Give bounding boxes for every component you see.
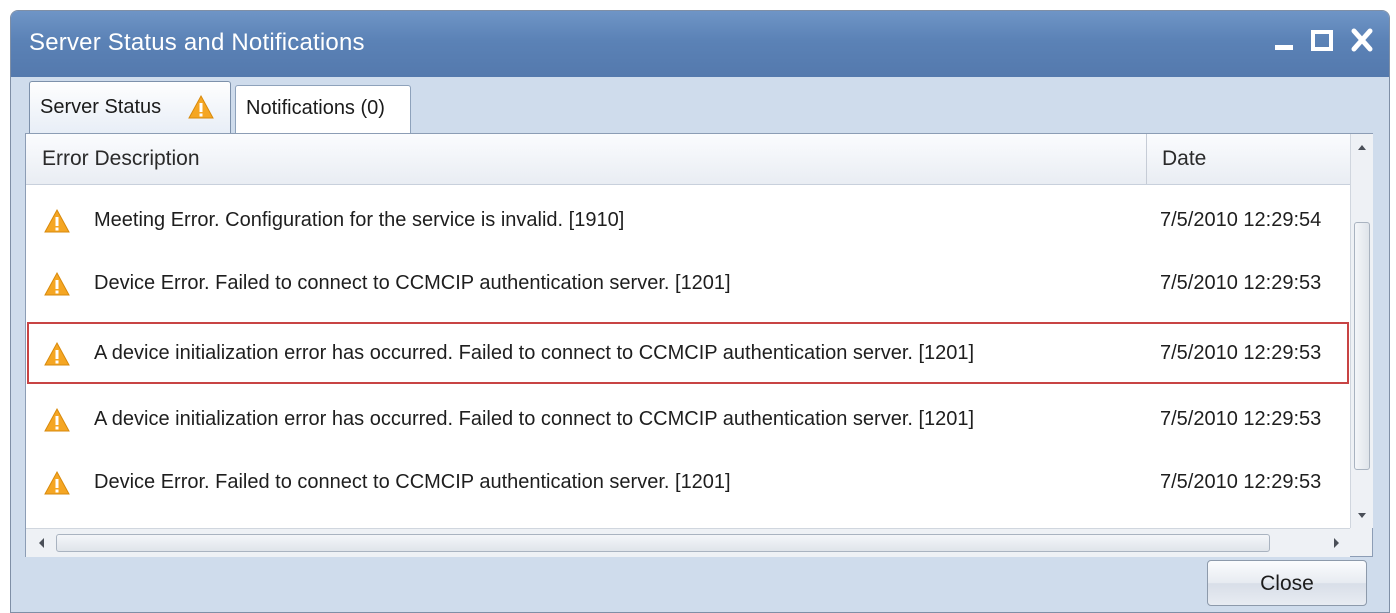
tab-server-status[interactable]: Server Status	[29, 81, 231, 133]
scrollbar-corner	[1350, 528, 1372, 556]
tab-label: Notifications (0)	[246, 97, 385, 119]
error-description: A device initialization error has occurr…	[94, 342, 975, 364]
table-row[interactable]: A device initialization error has occurr…	[26, 387, 1350, 451]
error-description: Meeting Error. Configuration for the ser…	[94, 209, 625, 231]
close-button[interactable]: Close	[1207, 560, 1367, 606]
tab-notifications[interactable]: Notifications (0)	[235, 85, 411, 133]
error-table: Error Description Date Meeting Error. Co…	[25, 133, 1373, 557]
warning-icon	[43, 208, 71, 239]
column-header-error-description[interactable]: Error Description	[42, 134, 200, 184]
error-date: 7/5/2010 12:29:53	[1160, 408, 1322, 430]
table-row[interactable]: Device Error. Failed to connect to CCMCI…	[26, 450, 1350, 514]
warning-icon	[43, 407, 71, 438]
scroll-up-arrow-icon[interactable]	[1351, 136, 1373, 158]
window-title: Server Status and Notifications	[29, 29, 365, 56]
table-row[interactable]: Device Error. Failed to connect to CCMCI…	[26, 251, 1350, 315]
scroll-down-arrow-icon[interactable]	[1351, 504, 1373, 526]
error-date: 7/5/2010 12:29:53	[1160, 272, 1322, 294]
column-header-date[interactable]: Date	[1162, 134, 1206, 184]
maximize-icon[interactable]	[1307, 25, 1337, 55]
error-date: 7/5/2010 12:29:54	[1160, 209, 1322, 231]
error-description: Device Error. Failed to connect to CCMCI…	[94, 272, 731, 294]
scroll-left-arrow-icon[interactable]	[32, 533, 52, 553]
minimize-icon[interactable]	[1269, 25, 1299, 55]
horizontal-scrollbar[interactable]	[26, 528, 1350, 557]
table-row-selected[interactable]: A device initialization error has occurr…	[26, 321, 1350, 385]
close-icon[interactable]	[1347, 25, 1377, 55]
warning-icon	[43, 470, 71, 501]
error-description: Device Error. Failed to connect to CCMCI…	[94, 471, 731, 493]
error-date: 7/5/2010 12:29:53	[1160, 471, 1322, 493]
column-divider[interactable]	[1146, 134, 1147, 184]
warning-icon	[43, 271, 71, 302]
vertical-scrollbar[interactable]	[1350, 134, 1373, 528]
error-date: 7/5/2010 12:29:53	[1160, 342, 1322, 364]
table-row[interactable]: Meeting Error. Configuration for the ser…	[26, 188, 1350, 252]
title-bar[interactable]: Server Status and Notifications	[11, 11, 1389, 77]
horizontal-scroll-thumb[interactable]	[56, 534, 1270, 552]
vertical-scroll-thumb[interactable]	[1354, 222, 1370, 470]
error-description: A device initialization error has occurr…	[94, 408, 975, 430]
scroll-right-arrow-icon[interactable]	[1326, 533, 1346, 553]
warning-icon	[187, 94, 215, 126]
tab-label: Server Status	[40, 96, 162, 118]
warning-icon	[43, 341, 71, 372]
server-status-window: Server Status and Notifications Server S…	[10, 10, 1390, 613]
table-header: Error Description Date	[26, 134, 1350, 185]
